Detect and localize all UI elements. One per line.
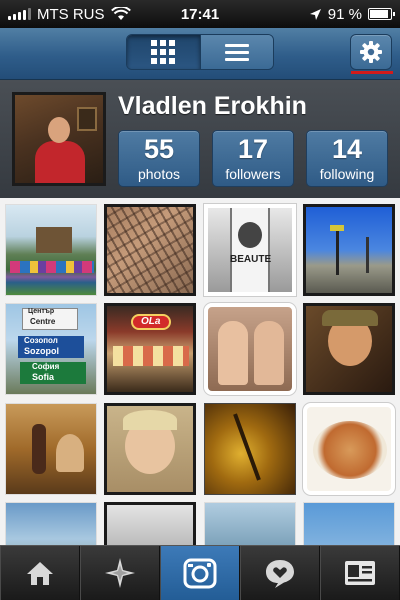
followers-count-button[interactable]: 17 followers — [212, 130, 294, 187]
photo-thumbnail[interactable] — [104, 403, 196, 495]
grid-icon — [151, 40, 176, 64]
avatar-person-body — [35, 141, 85, 183]
speech-heart-icon — [266, 560, 294, 588]
following-label: following — [319, 166, 375, 182]
tab-profile[interactable] — [320, 546, 400, 600]
photo-sign-text: Център — [28, 308, 55, 315]
photo-shirt-text: BEAUTE — [230, 254, 272, 265]
photo-thumbnail[interactable] — [5, 502, 97, 545]
tab-news[interactable] — [240, 546, 320, 600]
avatar-background-picture-frame — [77, 107, 97, 131]
battery-icon — [368, 8, 395, 20]
photo-thumbnail[interactable] — [303, 502, 395, 545]
photos-label: photos — [137, 166, 181, 182]
photo-thumbnail[interactable] — [204, 403, 296, 495]
signal-strength-icon — [8, 8, 31, 20]
carrier-name: MTS RUS — [37, 5, 105, 23]
photo-sign-text: Sozopol — [24, 346, 59, 356]
photo-sign-text: Созопол — [24, 336, 58, 345]
photo-thumbnail[interactable] — [303, 303, 395, 395]
photo-grid: BEAUTE Център Centre Созопол Sozopol Соф… — [0, 198, 400, 545]
list-icon — [224, 43, 249, 61]
photo-thumbnail[interactable] — [303, 204, 395, 296]
status-right: 91 % — [242, 5, 395, 23]
wifi-icon — [110, 7, 131, 20]
clock: 17:41 — [180, 5, 220, 23]
location-arrow-icon — [309, 8, 321, 20]
top-navigation-bar — [0, 28, 400, 80]
tab-camera[interactable] — [160, 546, 240, 600]
settings-button[interactable] — [350, 34, 392, 70]
following-count: 14 — [331, 134, 363, 164]
photo-thumbnail[interactable] — [5, 204, 97, 296]
photos-count-button[interactable]: 55 photos — [118, 130, 200, 187]
settings-highlight-underline — [351, 71, 393, 74]
profile-header: Vladlen Erokhin 55 photos 17 followers 1… — [0, 80, 400, 198]
photo-thumbnail[interactable] — [204, 303, 296, 395]
camera-icon — [183, 558, 217, 589]
followers-label: followers — [225, 166, 281, 182]
photos-count: 55 — [143, 134, 175, 164]
photo-thumbnail[interactable]: Център Centre Созопол Sozopol София Sofi… — [5, 303, 97, 395]
photo-thumbnail[interactable] — [104, 502, 196, 545]
grid-view-button[interactable] — [127, 35, 200, 69]
photo-thumbnail[interactable] — [104, 204, 196, 296]
list-view-button[interactable] — [199, 35, 273, 69]
photo-thumbnail[interactable] — [303, 403, 395, 495]
status-bar: MTS RUS 17:41 91 % — [0, 0, 400, 28]
home-icon — [27, 562, 53, 585]
gear-icon — [360, 41, 382, 63]
bottom-tab-bar — [0, 545, 400, 600]
photo-sign-text: Centre — [30, 317, 56, 326]
battery-percent: 91 % — [327, 5, 362, 23]
photo-thumbnail[interactable]: BEAUTE — [204, 204, 296, 296]
following-count-button[interactable]: 14 following — [306, 130, 388, 187]
profile-card-icon — [345, 561, 375, 585]
avatar[interactable] — [12, 92, 106, 186]
photo-thumbnail[interactable]: OLa — [104, 303, 196, 395]
avatar-person-head — [48, 117, 70, 143]
status-left: MTS RUS — [8, 6, 158, 23]
photo-sign-text: София — [32, 362, 60, 371]
followers-count: 17 — [237, 134, 269, 164]
battery-level-fill — [370, 10, 389, 18]
profile-username: Vladlen Erokhin — [118, 92, 307, 120]
photo-sign-text: OLa — [141, 316, 161, 327]
photo-sign-text: Sofia — [32, 372, 55, 382]
tab-explore[interactable] — [80, 546, 160, 600]
view-mode-toggle — [126, 34, 274, 70]
photo-thumbnail[interactable] — [204, 502, 296, 545]
tab-home[interactable] — [0, 546, 80, 600]
compass-star-icon — [105, 558, 135, 588]
photo-thumbnail[interactable] — [5, 403, 97, 495]
